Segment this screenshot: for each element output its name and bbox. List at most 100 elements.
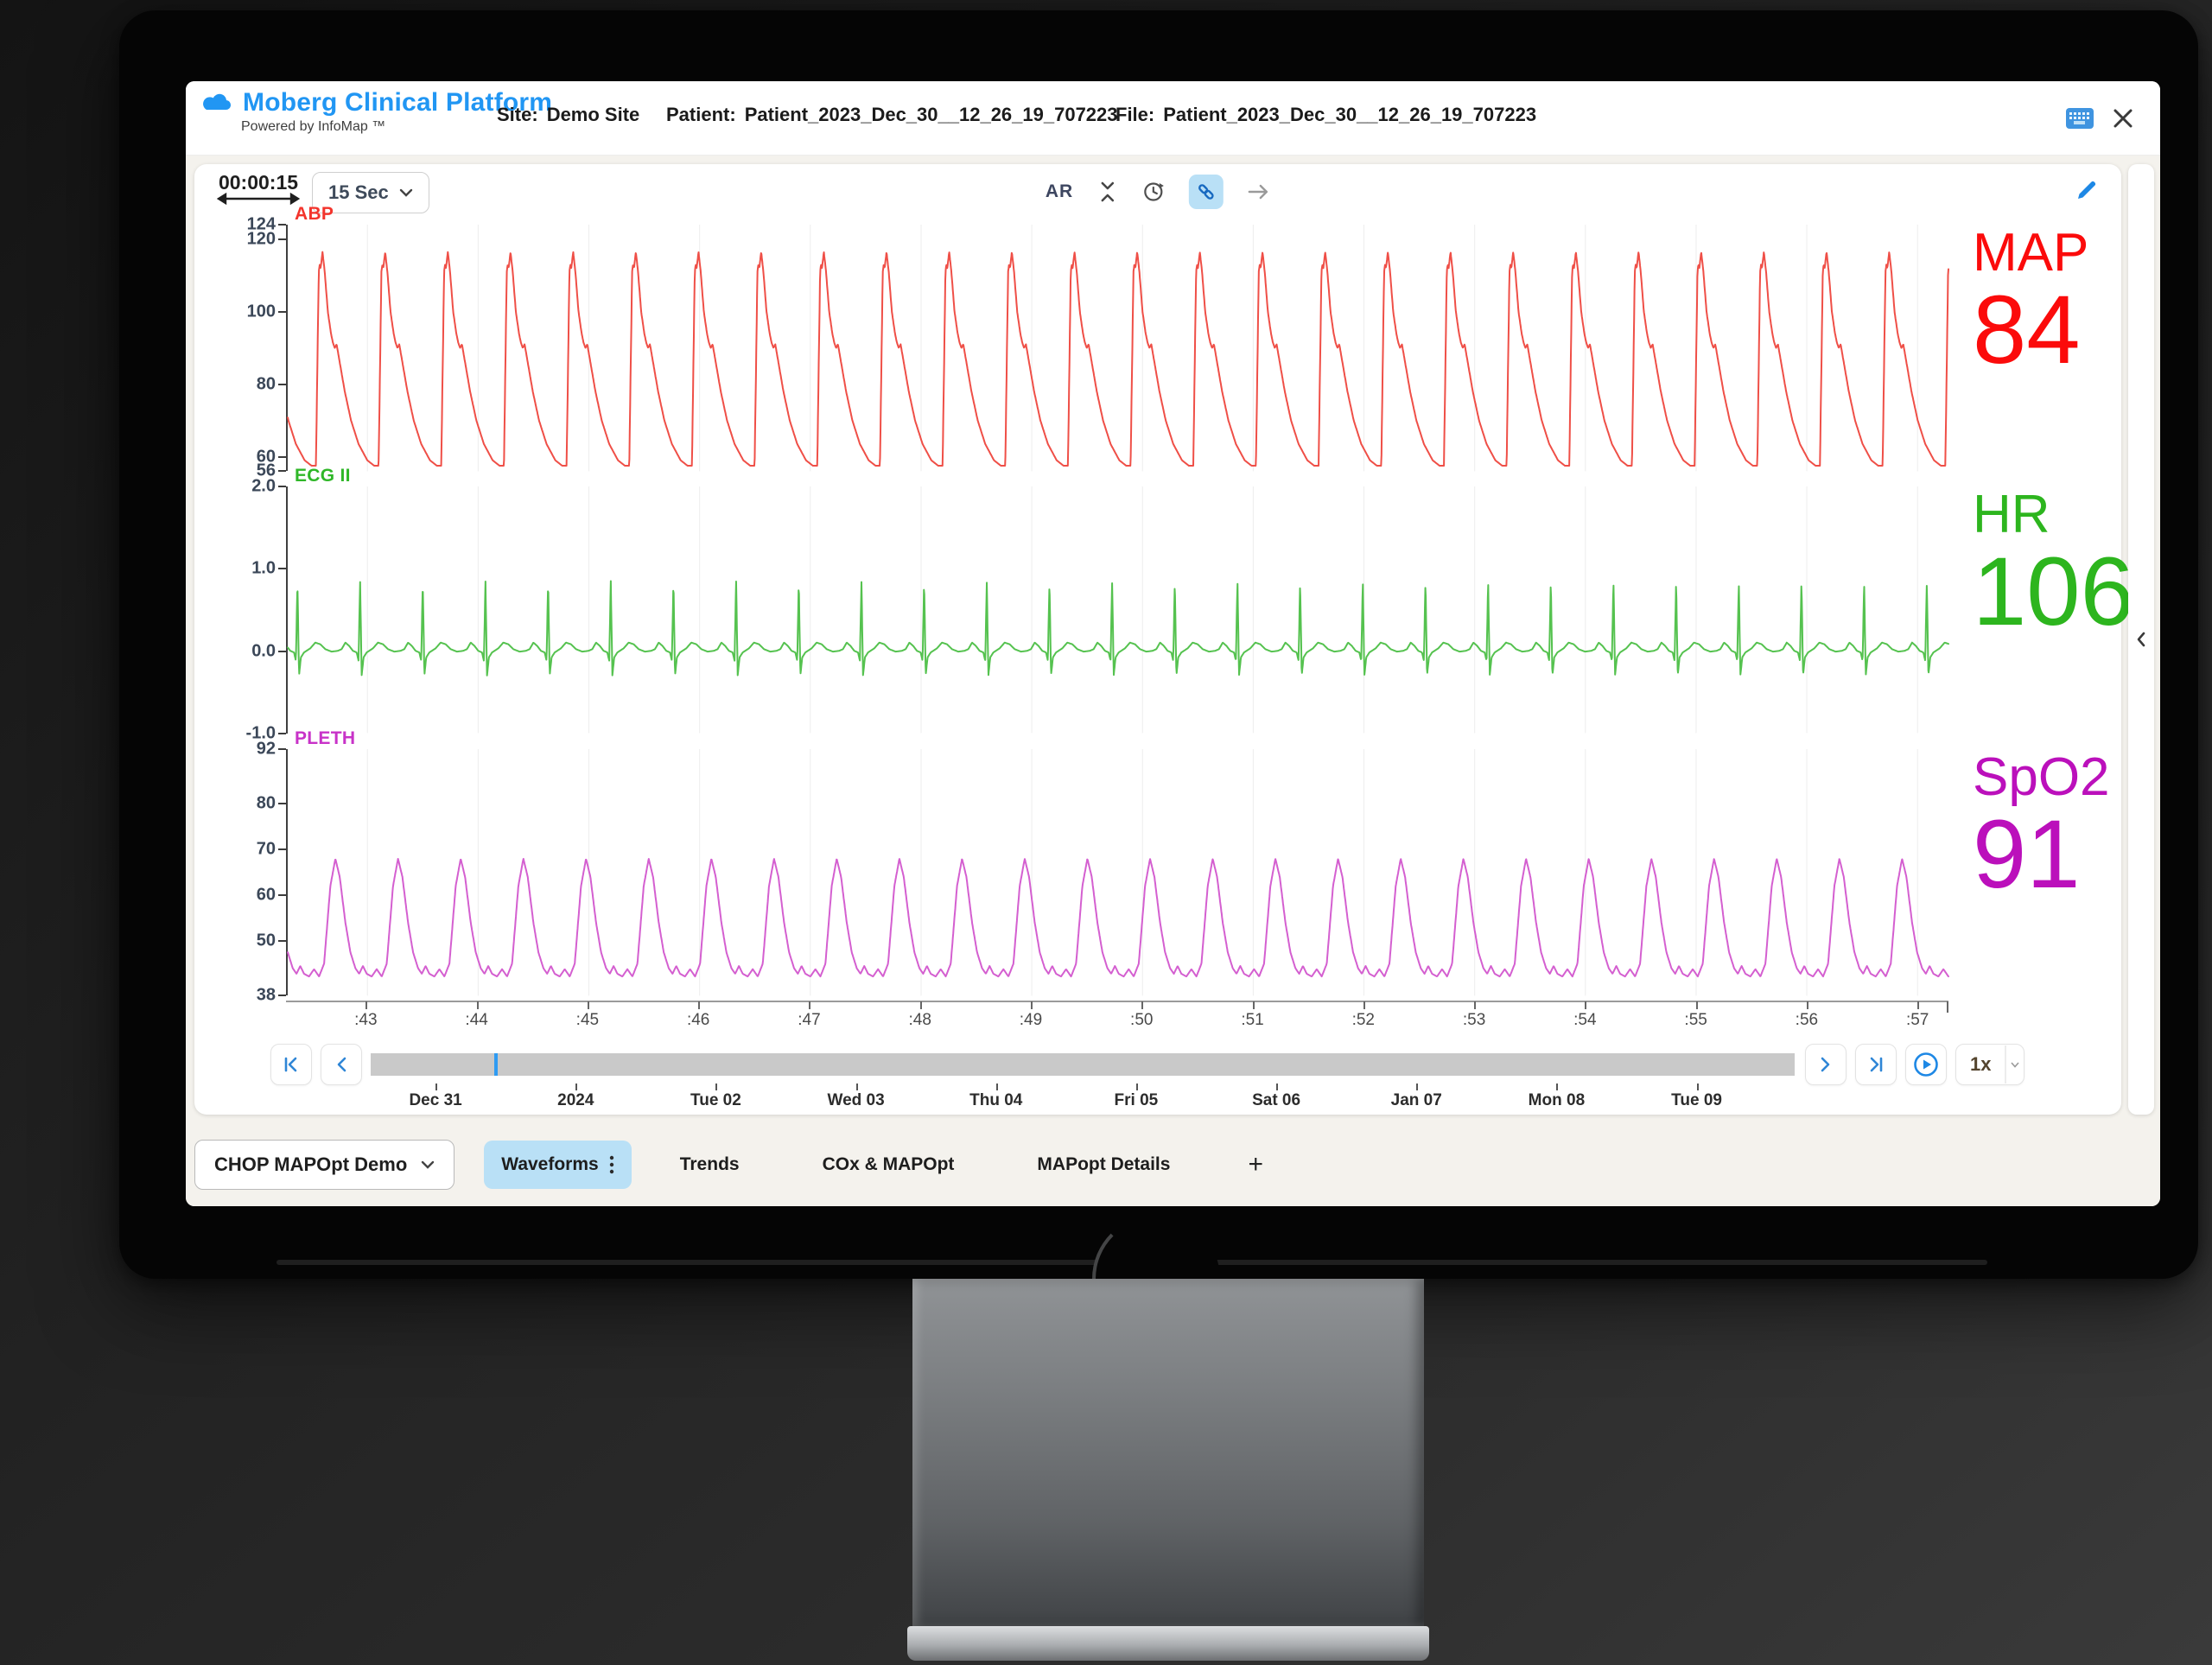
y-tick-mark (278, 894, 286, 896)
waveform-ecg-ii (288, 581, 1948, 676)
plot-ecg-ii[interactable]: ECG II (286, 486, 1948, 733)
timeline-cursor[interactable] (494, 1053, 498, 1076)
collapsed-side-panel[interactable] (2128, 164, 2154, 1115)
keyboard-icon[interactable] (2063, 102, 2096, 135)
y-tick-mark (278, 848, 286, 850)
y-tick-mark (278, 238, 286, 240)
y-tick-label: 1.0 (251, 559, 276, 579)
y-tick-label: 120 (247, 229, 276, 249)
date-label: Thu 04 (969, 1091, 1022, 1110)
date-label: Jan 07 (1391, 1091, 1442, 1110)
arrow-right-icon[interactable] (1248, 184, 1270, 200)
y-tick-label: 50 (257, 931, 276, 950)
speed-caret-icon[interactable] (2006, 1062, 2024, 1068)
plot-abp[interactable]: ABP (286, 225, 1948, 471)
time-tick (1253, 1001, 1255, 1009)
time-tick-label: :54 (1573, 1011, 1596, 1030)
ar-toggle[interactable]: AR (1046, 181, 1073, 202)
date-tick (1136, 1084, 1138, 1090)
y-tick-mark (278, 470, 286, 472)
date-label: Fri 05 (1115, 1091, 1159, 1110)
monitor-stand-base (907, 1626, 1429, 1661)
y-tick-mark (278, 311, 286, 313)
y-tick-label: 80 (257, 374, 276, 394)
tab-waveforms[interactable]: Waveforms (484, 1141, 631, 1189)
timeline-scrollbar[interactable] (371, 1053, 1795, 1076)
add-tab-button[interactable]: + (1248, 1150, 1263, 1179)
y-tick-label: 0.0 (251, 641, 276, 661)
time-tick-label: :56 (1796, 1011, 1818, 1030)
plot-pleth[interactable]: PLETH (286, 749, 1948, 995)
y-axis-1: 2.01.00.0-1.0 (194, 486, 286, 733)
date-tick (856, 1084, 858, 1090)
time-tick (809, 1001, 810, 1009)
y-tick-mark (278, 651, 286, 652)
app-header: Moberg Clinical Platform Powered by Info… (186, 81, 2160, 156)
y-tick-label: 100 (247, 302, 276, 321)
time-tick (698, 1001, 700, 1009)
tab-trends[interactable]: Trends (680, 1154, 740, 1175)
step-back-button[interactable] (321, 1044, 362, 1085)
play-button[interactable] (1905, 1044, 1947, 1085)
file-label: File: (1116, 104, 1154, 125)
close-icon[interactable] (2107, 102, 2139, 135)
edit-pencil-icon[interactable] (2075, 178, 2099, 202)
collapse-vertical-icon[interactable] (1097, 181, 1118, 203)
date-tick (1556, 1084, 1558, 1090)
y-tick-mark (278, 456, 286, 458)
time-axis: :43:44:45:46:47:48:49:50:51:52:53:54:55:… (286, 1001, 1948, 1040)
collapse-left-icon[interactable] (2135, 631, 2147, 648)
y-tick-mark (278, 486, 286, 487)
vital-map: MAP84 (1948, 225, 2121, 471)
app-content: 00:00:15 15 Sec AR (186, 156, 2160, 1206)
date-label: Sat 06 (1252, 1091, 1300, 1110)
time-tick-label: :45 (576, 1011, 599, 1030)
vital-label: MAP (1973, 225, 2121, 281)
vital-label: HR (1973, 486, 2121, 543)
link-sync-button[interactable] (1189, 175, 1224, 209)
patient-info: Patient:Patient_2023_Dec_30__12_26_19_70… (666, 104, 1118, 126)
y-tick-label: 70 (257, 839, 276, 859)
tabs: Waveforms Trends COx & MAPOpt MAPopt Detail… (484, 1141, 1253, 1189)
clock-history-icon[interactable] (1142, 181, 1165, 203)
time-tick (1363, 1001, 1365, 1009)
date-label: Mon 08 (1529, 1091, 1585, 1110)
time-tick-label: :50 (1130, 1011, 1153, 1030)
waveform-toolbar: 00:00:15 15 Sec AR (194, 164, 2121, 219)
app-window: Moberg Clinical Platform Powered by Info… (186, 81, 2160, 1206)
playback-speed-button[interactable]: 1x (1955, 1044, 2024, 1085)
site-label: Site: (497, 104, 538, 125)
time-tick-label: :43 (354, 1011, 377, 1030)
tab-bar: CHOP MAPOpt Demo Waveforms Trends COx & MA… (194, 1123, 2113, 1206)
kebab-menu-icon[interactable] (609, 1155, 614, 1174)
tab-label: MAPopt Details (1037, 1154, 1170, 1175)
span-arrow-icon (217, 193, 300, 205)
tab-label: COx & MAPOpt (823, 1154, 955, 1175)
waveform-panel: 00:00:15 15 Sec AR (194, 164, 2121, 1115)
chevron-down-icon (399, 188, 413, 197)
time-tick-label: :47 (798, 1011, 820, 1030)
tab-label: Trends (680, 1154, 740, 1175)
time-tick (365, 1001, 367, 1009)
workspace-select[interactable]: CHOP MAPOpt Demo (194, 1140, 454, 1190)
playback-speed-value: 1x (1956, 1053, 2005, 1076)
tab-label: Waveforms (501, 1154, 598, 1175)
date-tick (715, 1084, 717, 1090)
y-axis-0: 124120100806056 (194, 225, 286, 471)
time-tick (1141, 1001, 1143, 1009)
date-label: Wed 03 (827, 1091, 884, 1110)
waveform-pleth (288, 859, 1948, 976)
skip-to-end-button[interactable] (1855, 1044, 1897, 1085)
time-axis-end-tick (1947, 1001, 1948, 1013)
y-tick-label: 60 (257, 885, 276, 905)
tab-cox-mapopt[interactable]: COx & MAPOpt (823, 1154, 955, 1175)
date-tick (435, 1084, 437, 1090)
skip-to-start-button[interactable] (270, 1044, 312, 1085)
date-label: Tue 09 (1671, 1091, 1722, 1110)
time-tick (588, 1001, 589, 1009)
step-forward-button[interactable] (1805, 1044, 1847, 1085)
time-tick-label: :48 (908, 1011, 931, 1030)
date-tick (1697, 1084, 1699, 1090)
tab-mapopt-details[interactable]: MAPopt Details (1037, 1154, 1170, 1175)
workspace-select-value: CHOP MAPOpt Demo (214, 1153, 407, 1176)
